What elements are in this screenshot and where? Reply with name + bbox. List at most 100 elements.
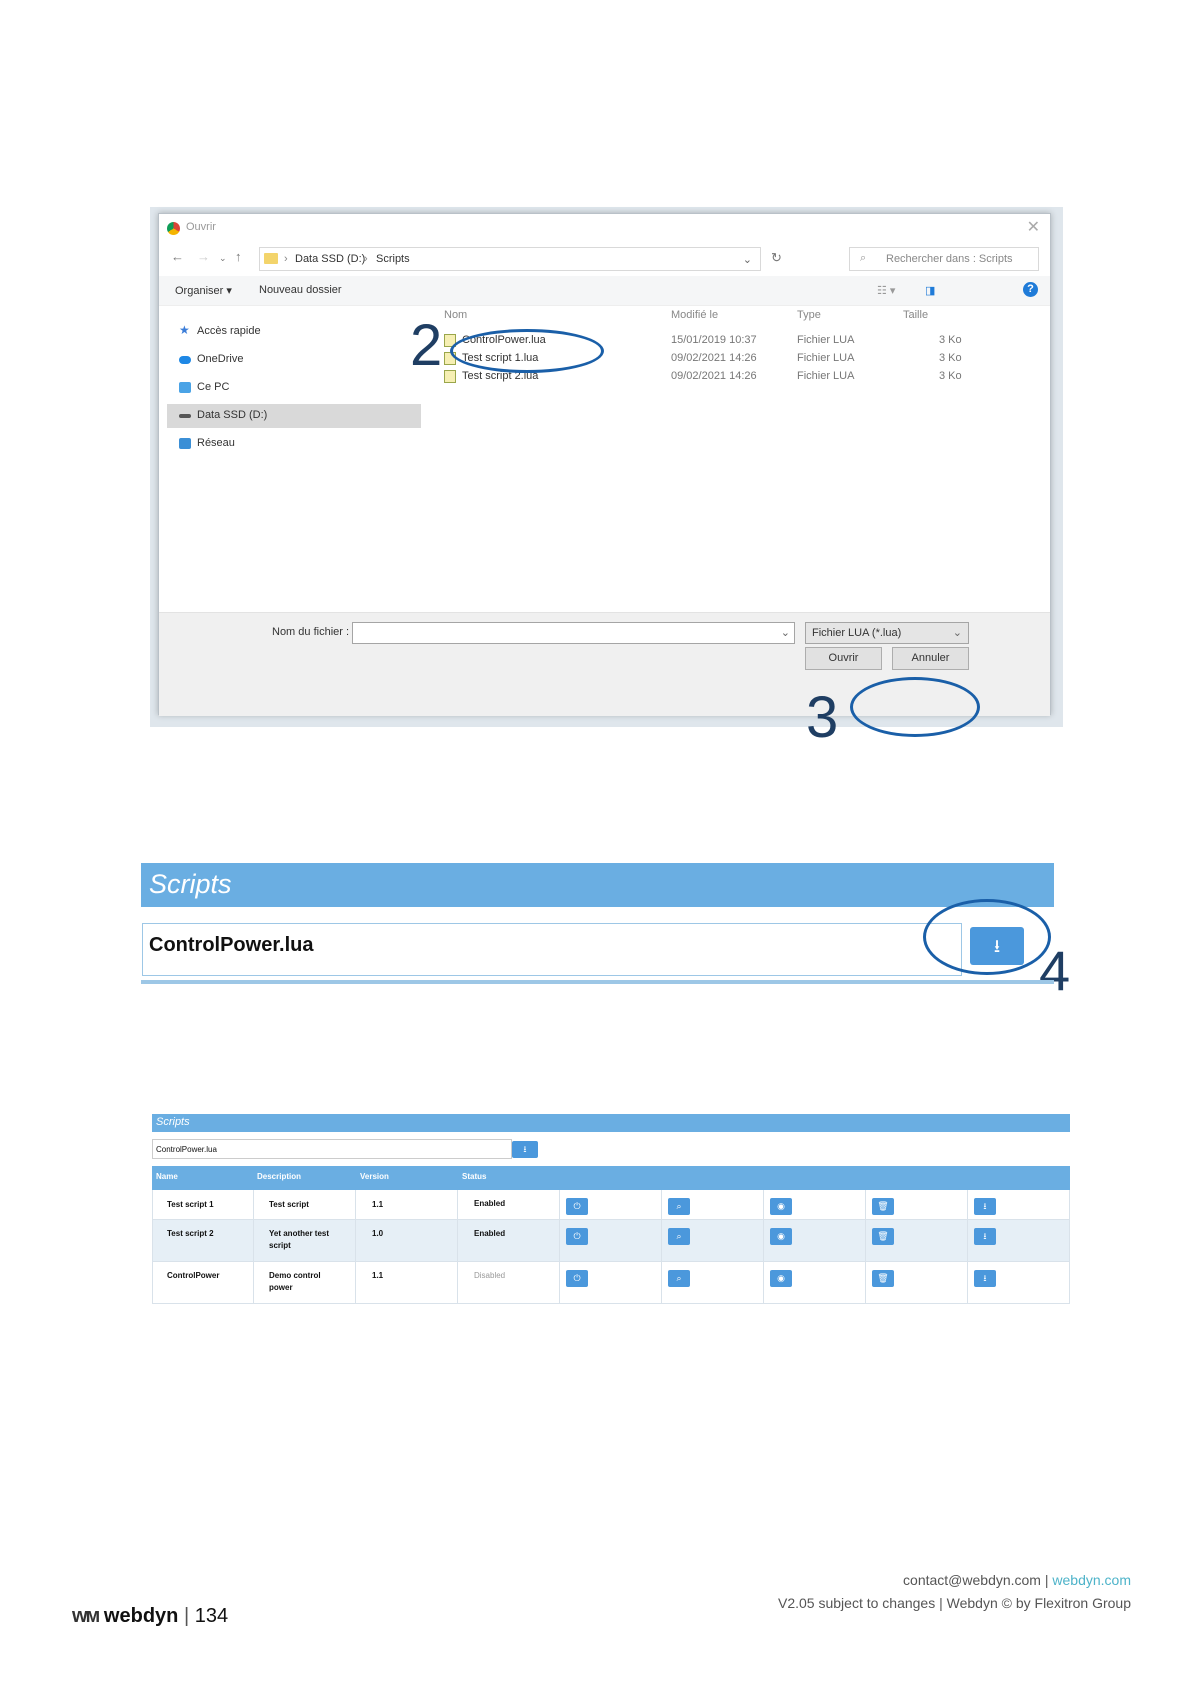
view-button[interactable]: ⌕ bbox=[668, 1198, 690, 1215]
sidebar-item-data-ssd[interactable]: Data SSD (D:) bbox=[167, 404, 421, 428]
column-header-type[interactable]: Type bbox=[797, 309, 821, 321]
sidebar-item-quick-access[interactable]: ★ Accès rapide bbox=[167, 320, 421, 344]
column-header-description: Description bbox=[257, 1172, 302, 1181]
back-arrow-icon[interactable]: ← bbox=[171, 249, 184, 264]
power-toggle-button[interactable]: ⏻ bbox=[566, 1228, 588, 1245]
website-link[interactable]: webdyn.com bbox=[1052, 1572, 1131, 1588]
search-placeholder: Rechercher dans : Scripts bbox=[886, 253, 1013, 265]
new-folder-button[interactable]: Nouveau dossier bbox=[259, 284, 342, 296]
file-type-select[interactable]: Fichier LUA (*.lua) ⌄ bbox=[805, 622, 969, 644]
scripts-table-header: Scripts bbox=[152, 1114, 1070, 1132]
open-button[interactable]: Ouvrir bbox=[805, 647, 882, 670]
sidebar-item-network[interactable]: Réseau bbox=[167, 432, 421, 456]
upload-button[interactable]: ⭳ bbox=[512, 1141, 538, 1158]
script-description: Demo control power bbox=[269, 1271, 321, 1292]
script-file-value: ControlPower.lua bbox=[149, 934, 314, 956]
download-button[interactable]: ⭳ bbox=[974, 1270, 996, 1287]
script-file-input[interactable]: ControlPower.lua bbox=[152, 1139, 512, 1159]
scripts-table-panel: Scripts ControlPower.lua ⭳ Name Descript… bbox=[152, 1114, 1070, 1309]
recent-locations-icon[interactable]: ⌄ bbox=[219, 253, 227, 264]
search-input[interactable]: ⌕ Rechercher dans : Scripts bbox=[849, 247, 1039, 271]
table-border bbox=[1069, 1190, 1070, 1304]
dialog-title: Ouvrir bbox=[186, 221, 216, 233]
chrome-icon bbox=[167, 222, 180, 235]
column-header-status: Status bbox=[462, 1172, 487, 1181]
organize-menu[interactable]: Organiser ▾ bbox=[175, 284, 232, 297]
filename-input[interactable]: ⌄ bbox=[352, 622, 795, 644]
footer-version: V2.05 subject to changes | Webdyn © by F… bbox=[778, 1595, 1131, 1611]
eye-icon[interactable]: ◉ bbox=[770, 1198, 792, 1215]
column-header-modified[interactable]: Modifié le bbox=[671, 309, 718, 321]
help-icon[interactable]: ? bbox=[1023, 282, 1038, 297]
breadcrumb-folder[interactable]: Scripts bbox=[376, 253, 410, 265]
sidebar-item-label: Data SSD (D:) bbox=[197, 409, 268, 421]
delete-button[interactable]: 🗑 bbox=[872, 1198, 894, 1215]
footer-contact: contact@webdyn.com | webdyn.com bbox=[903, 1572, 1131, 1588]
script-file-input[interactable]: ControlPower.lua bbox=[142, 923, 962, 976]
download-button[interactable]: ⭳ bbox=[974, 1228, 996, 1245]
annotation-circle-open bbox=[850, 677, 980, 737]
breadcrumb-separator-icon: › bbox=[284, 253, 288, 265]
webdyn-logo-icon: ᴡᴍ bbox=[72, 1605, 100, 1627]
eye-icon[interactable]: ◉ bbox=[770, 1228, 792, 1245]
chevron-down-icon[interactable]: ⌄ bbox=[743, 253, 752, 266]
view-options-icon[interactable]: ☷ ▾ bbox=[877, 284, 895, 297]
breadcrumb-drive[interactable]: Data SSD (D:) bbox=[295, 253, 365, 265]
address-bar[interactable]: › Data SSD (D:) › Scripts ⌄ bbox=[259, 247, 761, 271]
page-number: 134 bbox=[194, 1605, 229, 1627]
table-border bbox=[763, 1190, 764, 1304]
open-dialog-screenshot: Ouvrir ✕ ← → ⌄ ↑ › Data SSD (D:) › Scrip… bbox=[150, 207, 1063, 747]
up-arrow-icon[interactable]: ↑ bbox=[235, 249, 242, 264]
script-status: Disabled bbox=[474, 1271, 506, 1280]
script-version: 1.1 bbox=[372, 1271, 384, 1280]
contact-email[interactable]: contact@webdyn.com bbox=[903, 1572, 1041, 1588]
table-row: ControlPower Demo control power 1.1 Disa… bbox=[152, 1262, 1070, 1304]
eye-icon[interactable]: ◉ bbox=[770, 1270, 792, 1287]
forward-arrow-icon[interactable]: → bbox=[197, 249, 210, 264]
file-size: 3 Ko bbox=[939, 352, 962, 364]
column-header-size[interactable]: Taille bbox=[903, 309, 928, 321]
scripts-upload-panel: Scripts ControlPower.lua ⭳ 4 bbox=[141, 863, 1070, 999]
upload-icon: ⭳ bbox=[523, 1144, 527, 1154]
close-icon[interactable]: ✕ bbox=[1027, 217, 1040, 237]
annotation-step-3: 3 bbox=[806, 685, 839, 750]
cancel-button[interactable]: Annuler bbox=[892, 647, 969, 670]
breadcrumb-separator-icon: › bbox=[364, 253, 368, 265]
file-size: 3 Ko bbox=[939, 334, 962, 346]
scripts-panel-divider bbox=[141, 980, 1054, 984]
file-modified: 15/01/2019 10:37 bbox=[671, 334, 757, 346]
column-header-version: Version bbox=[360, 1172, 389, 1181]
script-description: Test script bbox=[269, 1200, 309, 1209]
sidebar-item-this-pc[interactable]: Ce PC bbox=[167, 376, 421, 400]
computer-icon bbox=[179, 382, 191, 393]
open-file-dialog: Ouvrir ✕ ← → ⌄ ↑ › Data SSD (D:) › Scrip… bbox=[158, 213, 1051, 716]
delete-button[interactable]: 🗑 bbox=[872, 1228, 894, 1245]
power-toggle-button[interactable]: ⏻ bbox=[566, 1198, 588, 1215]
preview-pane-icon[interactable]: ◨ bbox=[925, 284, 935, 297]
file-modified: 09/02/2021 14:26 bbox=[671, 352, 757, 364]
download-button[interactable]: ⭳ bbox=[974, 1198, 996, 1215]
script-status: Enabled bbox=[474, 1199, 506, 1208]
refresh-icon[interactable]: ↻ bbox=[771, 250, 782, 266]
table-border bbox=[253, 1190, 254, 1304]
lua-file-icon bbox=[444, 370, 456, 383]
table-border bbox=[559, 1190, 560, 1304]
table-border bbox=[457, 1190, 458, 1304]
script-name: Test script 1 bbox=[167, 1200, 214, 1209]
dialog-toolbar: Organiser ▾ Nouveau dossier ☷ ▾ ◨ ? bbox=[159, 276, 1050, 306]
filename-label: Nom du fichier : bbox=[272, 626, 350, 638]
view-button[interactable]: ⌕ bbox=[668, 1270, 690, 1287]
annotation-circle-upload bbox=[923, 899, 1051, 975]
delete-button[interactable]: 🗑 bbox=[872, 1270, 894, 1287]
column-header-name[interactable]: Nom bbox=[444, 309, 467, 321]
star-icon: ★ bbox=[179, 323, 190, 337]
table-border bbox=[152, 1190, 153, 1304]
sidebar-item-onedrive[interactable]: OneDrive bbox=[167, 348, 421, 372]
power-toggle-button[interactable]: ⏻ bbox=[566, 1270, 588, 1287]
annotation-step-4: 4 bbox=[1039, 939, 1071, 1002]
scripts-panel-title: Scripts bbox=[149, 869, 232, 899]
sidebar-item-label: Accès rapide bbox=[197, 325, 261, 337]
table-border bbox=[355, 1190, 356, 1304]
scripts-panel-header: Scripts bbox=[141, 863, 1054, 907]
view-button[interactable]: ⌕ bbox=[668, 1228, 690, 1245]
